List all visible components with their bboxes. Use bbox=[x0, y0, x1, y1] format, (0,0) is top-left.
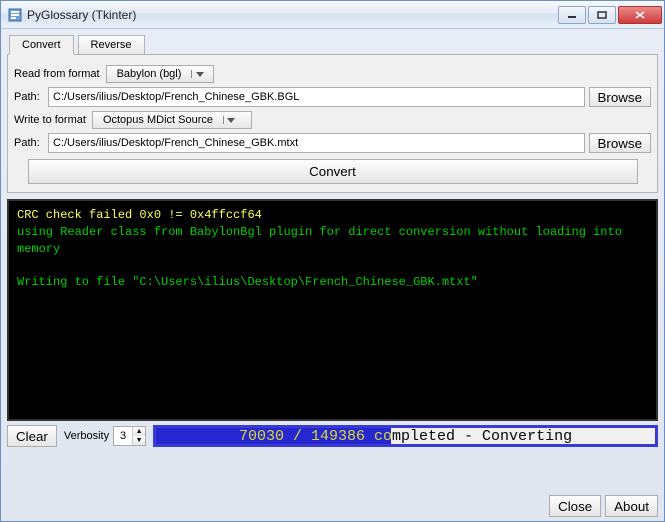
write-path-input[interactable] bbox=[48, 133, 585, 153]
content-area: Convert Reverse Read from format Babylon… bbox=[1, 29, 664, 491]
verbosity-value[interactable] bbox=[114, 430, 132, 442]
bottom-bar: Clear Verbosity ▲ ▼ 70030 / 149386 compl… bbox=[7, 425, 658, 447]
read-browse-button[interactable]: Browse bbox=[589, 87, 651, 107]
maximize-button[interactable] bbox=[588, 6, 616, 24]
write-format-dropdown[interactable]: Octopus MDict Source bbox=[92, 111, 252, 129]
read-format-dropdown[interactable]: Babylon (bgl) bbox=[106, 65, 215, 83]
write-format-value: Octopus MDict Source bbox=[103, 114, 213, 126]
tab-reverse[interactable]: Reverse bbox=[78, 35, 145, 55]
stepper-up-icon[interactable]: ▲ bbox=[133, 427, 145, 436]
minimize-button[interactable] bbox=[558, 6, 586, 24]
verbosity-label: Verbosity bbox=[64, 430, 109, 442]
console-line: Writing to file "C:\Users\ilius\Desktop\… bbox=[17, 275, 478, 289]
close-button[interactable]: Close bbox=[549, 495, 601, 517]
read-path-label: Path: bbox=[14, 91, 44, 103]
window-title: PyGlossary (Tkinter) bbox=[27, 8, 558, 22]
window-buttons bbox=[558, 6, 662, 24]
write-format-label: Write to format bbox=[14, 114, 86, 126]
tab-convert[interactable]: Convert bbox=[9, 35, 74, 55]
app-window: PyGlossary (Tkinter) Convert Reverse Rea… bbox=[0, 0, 665, 522]
console-line: using Reader class from BabylonBgl plugi… bbox=[17, 225, 629, 256]
console-output: CRC check failed 0x0 != 0x4ffccf64 using… bbox=[7, 199, 658, 421]
clear-button[interactable]: Clear bbox=[7, 425, 57, 447]
app-icon bbox=[7, 7, 23, 23]
close-window-button[interactable] bbox=[618, 6, 662, 24]
console-line: CRC check failed 0x0 != 0x4ffccf64 bbox=[17, 208, 262, 222]
progress-text: 70030 / 149386 completed - Converting bbox=[156, 428, 655, 444]
read-format-label: Read from format bbox=[14, 68, 100, 80]
chevron-down-icon bbox=[191, 70, 205, 78]
tabs: Convert Reverse bbox=[7, 33, 658, 55]
about-button[interactable]: About bbox=[605, 495, 658, 517]
tab-panel-convert: Read from format Babylon (bgl) Path: Bro… bbox=[7, 54, 658, 193]
stepper-down-icon[interactable]: ▼ bbox=[133, 436, 145, 445]
read-format-value: Babylon (bgl) bbox=[117, 68, 182, 80]
write-path-label: Path: bbox=[14, 137, 44, 149]
convert-button[interactable]: Convert bbox=[28, 159, 638, 184]
read-path-input[interactable] bbox=[48, 87, 585, 107]
chevron-down-icon bbox=[223, 116, 237, 124]
write-browse-button[interactable]: Browse bbox=[589, 133, 651, 153]
verbosity-stepper[interactable]: ▲ ▼ bbox=[113, 426, 146, 446]
footer: Close About bbox=[1, 491, 664, 521]
titlebar: PyGlossary (Tkinter) bbox=[1, 1, 664, 29]
progress-bar: 70030 / 149386 completed - Converting bbox=[153, 425, 658, 447]
